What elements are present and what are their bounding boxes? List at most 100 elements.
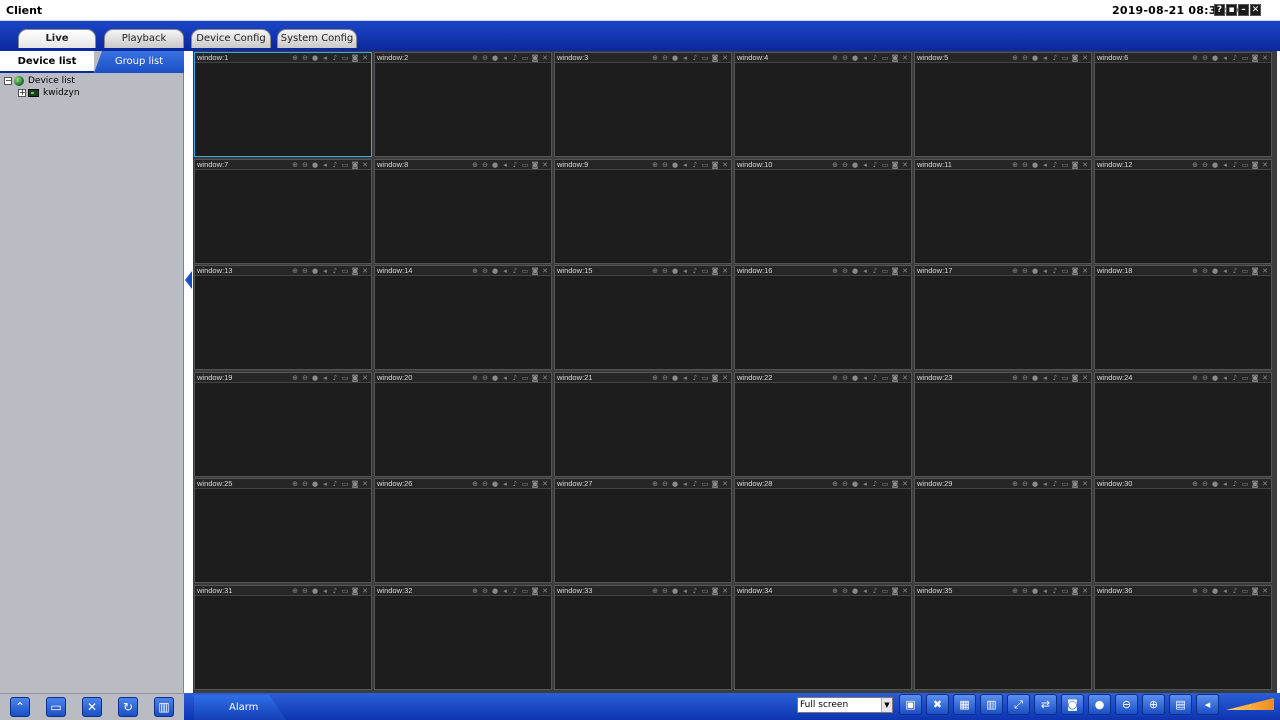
camera-icon[interactable]: ◙ bbox=[1251, 587, 1259, 595]
close-icon[interactable]: ✕ bbox=[1261, 480, 1269, 488]
zoom-in-icon[interactable]: ⊕ bbox=[831, 480, 839, 488]
close-icon[interactable]: ✕ bbox=[1081, 54, 1089, 62]
tab-system-config[interactable]: System Config bbox=[277, 29, 357, 48]
menu-icon[interactable]: ⌃ bbox=[10, 697, 30, 717]
close-icon[interactable]: ✕ bbox=[541, 374, 549, 382]
video-window[interactable]: window:33 ⊕ ⊖ ● ◂ ♪ ▭ ◙ ✕ bbox=[554, 584, 732, 690]
layout-icon[interactable]: ▦ bbox=[953, 694, 976, 715]
help-button[interactable]: ? bbox=[1214, 4, 1225, 16]
record-icon[interactable]: ● bbox=[311, 374, 319, 382]
zoom-out-icon[interactable]: ⊖ bbox=[1201, 587, 1209, 595]
tools-icon[interactable]: ✕ bbox=[82, 697, 102, 717]
zoom-in-icon[interactable]: ⊕ bbox=[831, 267, 839, 275]
record-icon[interactable]: ● bbox=[311, 54, 319, 62]
volume-icon[interactable]: ◂ bbox=[861, 587, 869, 595]
close-all-icon[interactable]: ✖ bbox=[926, 694, 949, 715]
square-icon[interactable]: ▭ bbox=[881, 54, 889, 62]
square-icon[interactable]: ▭ bbox=[341, 267, 349, 275]
volume-icon[interactable]: ◂ bbox=[861, 374, 869, 382]
zoom-out-icon[interactable]: ⊖ bbox=[661, 587, 669, 595]
zoom-in-icon[interactable]: ⊕ bbox=[651, 480, 659, 488]
camera-icon[interactable]: ◙ bbox=[351, 480, 359, 488]
grid-icon[interactable]: ▥ bbox=[980, 694, 1003, 715]
volume-icon[interactable]: ◂ bbox=[501, 161, 509, 169]
camera-icon[interactable]: ◙ bbox=[531, 267, 539, 275]
volume-icon[interactable]: ◂ bbox=[1221, 54, 1229, 62]
record-icon[interactable]: ● bbox=[1031, 161, 1039, 169]
zoom-out-icon[interactable]: ⊖ bbox=[1021, 267, 1029, 275]
square-icon[interactable]: ▭ bbox=[521, 480, 529, 488]
zoom-in-icon[interactable]: ⊕ bbox=[831, 54, 839, 62]
record-icon[interactable]: ● bbox=[1031, 480, 1039, 488]
square-icon[interactable]: ▭ bbox=[341, 54, 349, 62]
camera-icon[interactable]: ◙ bbox=[891, 374, 899, 382]
close-icon[interactable]: ✕ bbox=[901, 161, 909, 169]
alarm-tab[interactable]: Alarm bbox=[194, 695, 286, 720]
volume-icon[interactable]: ◂ bbox=[1041, 374, 1049, 382]
zoom-out-icon[interactable]: ⊖ bbox=[301, 161, 309, 169]
camera-icon[interactable]: ◙ bbox=[891, 267, 899, 275]
video-window[interactable]: window:2 ⊕ ⊖ ● ◂ ♪ ▭ ◙ ✕ bbox=[374, 52, 552, 157]
volume-icon[interactable]: ◂ bbox=[501, 54, 509, 62]
audio-icon[interactable]: ♪ bbox=[331, 374, 339, 382]
zoom-in-icon[interactable]: ⊕ bbox=[831, 161, 839, 169]
zoom-in-icon[interactable]: ⊕ bbox=[471, 267, 479, 275]
close-icon[interactable]: ✕ bbox=[1081, 374, 1089, 382]
zoom-in-icon[interactable]: ⊕ bbox=[1191, 161, 1199, 169]
zoom-in-icon[interactable]: ⊕ bbox=[1191, 480, 1199, 488]
color-icon[interactable]: ▥ bbox=[154, 697, 174, 717]
square-icon[interactable]: ▭ bbox=[521, 54, 529, 62]
volume-icon[interactable]: ◂ bbox=[1041, 480, 1049, 488]
zoom-out-icon[interactable]: ⊖ bbox=[301, 587, 309, 595]
video-window[interactable]: window:20 ⊕ ⊖ ● ◂ ♪ ▭ ◙ ✕ bbox=[374, 371, 552, 477]
tree-item-kwidzyn[interactable]: + kwidzyn bbox=[4, 87, 80, 99]
zoom-in-icon[interactable]: ⊕ bbox=[471, 480, 479, 488]
volume-icon[interactable]: ◂ bbox=[1041, 587, 1049, 595]
zoom-in-icon[interactable]: ⊕ bbox=[291, 161, 299, 169]
close-icon[interactable]: ✕ bbox=[361, 480, 369, 488]
record-icon[interactable]: ● bbox=[671, 480, 679, 488]
video-window[interactable]: window:22 ⊕ ⊖ ● ◂ ♪ ▭ ◙ ✕ bbox=[734, 371, 912, 477]
square-icon[interactable]: ▭ bbox=[1061, 480, 1069, 488]
audio-icon[interactable]: ♪ bbox=[871, 374, 879, 382]
zoom-out-icon[interactable]: ⊖ bbox=[1021, 54, 1029, 62]
close-icon[interactable]: ✕ bbox=[541, 54, 549, 62]
square-icon[interactable]: ▭ bbox=[881, 267, 889, 275]
lock-button[interactable]: ▪ bbox=[1226, 4, 1237, 16]
square-icon[interactable]: ▭ bbox=[701, 267, 709, 275]
zoom-in-icon[interactable]: ⊕ bbox=[1142, 694, 1165, 715]
tab-live[interactable]: Live bbox=[18, 29, 96, 48]
zoom-out-icon[interactable]: ⊖ bbox=[481, 54, 489, 62]
close-icon[interactable]: ✕ bbox=[541, 267, 549, 275]
minimize-button[interactable]: – bbox=[1238, 4, 1249, 16]
close-icon[interactable]: ✕ bbox=[1081, 267, 1089, 275]
video-window[interactable]: window:10 ⊕ ⊖ ● ◂ ♪ ▭ ◙ ✕ bbox=[734, 158, 912, 264]
video-window[interactable]: window:29 ⊕ ⊖ ● ◂ ♪ ▭ ◙ ✕ bbox=[914, 478, 1092, 584]
audio-icon[interactable]: ♪ bbox=[331, 587, 339, 595]
volume-icon[interactable]: ◂ bbox=[861, 267, 869, 275]
camera-icon[interactable]: ◙ bbox=[531, 161, 539, 169]
record-icon[interactable]: ● bbox=[851, 161, 859, 169]
square-icon[interactable]: ▭ bbox=[521, 267, 529, 275]
zoom-out-icon[interactable]: ⊖ bbox=[841, 587, 849, 595]
zoom-in-icon[interactable]: ⊕ bbox=[291, 480, 299, 488]
zoom-in-icon[interactable]: ⊕ bbox=[1011, 480, 1019, 488]
camera-icon[interactable]: ◙ bbox=[711, 587, 719, 595]
video-window[interactable]: window:11 ⊕ ⊖ ● ◂ ♪ ▭ ◙ ✕ bbox=[914, 158, 1092, 264]
close-icon[interactable]: ✕ bbox=[721, 480, 729, 488]
record-icon[interactable]: ● bbox=[491, 54, 499, 62]
square-icon[interactable]: ▭ bbox=[1061, 267, 1069, 275]
zoom-out-icon[interactable]: ⊖ bbox=[1115, 694, 1138, 715]
volume-icon[interactable]: ◂ bbox=[321, 374, 329, 382]
square-icon[interactable]: ▭ bbox=[701, 480, 709, 488]
volume-icon[interactable]: ◂ bbox=[501, 587, 509, 595]
zoom-in-icon[interactable]: ⊕ bbox=[471, 374, 479, 382]
square-icon[interactable]: ▭ bbox=[701, 374, 709, 382]
close-icon[interactable]: ✕ bbox=[901, 480, 909, 488]
video-window[interactable]: window:21 ⊕ ⊖ ● ◂ ♪ ▭ ◙ ✕ bbox=[554, 371, 732, 477]
close-icon[interactable]: ✕ bbox=[721, 161, 729, 169]
camera-icon[interactable]: ◙ bbox=[891, 587, 899, 595]
close-icon[interactable]: ✕ bbox=[1081, 161, 1089, 169]
close-icon[interactable]: ✕ bbox=[361, 587, 369, 595]
camera-icon[interactable]: ◙ bbox=[531, 54, 539, 62]
